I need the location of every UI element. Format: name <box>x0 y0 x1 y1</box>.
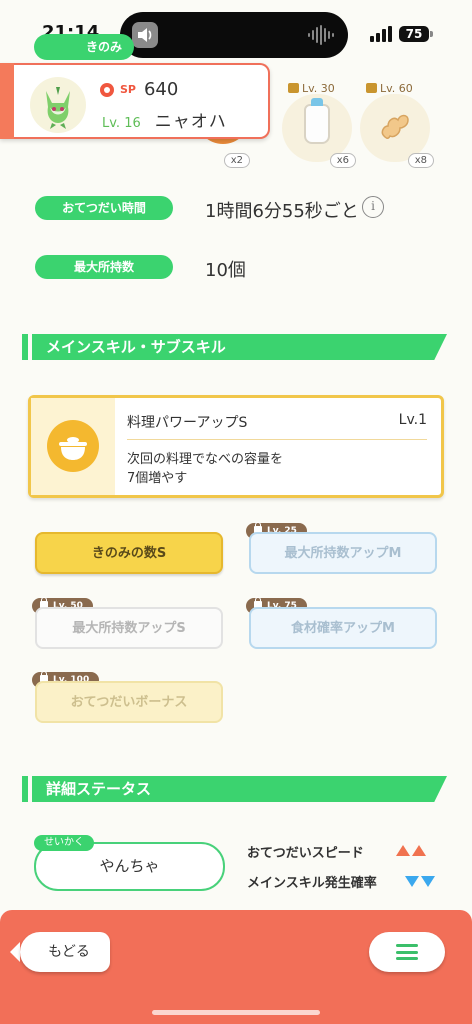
ingredient-item-3[interactable]: Lv. 60 x8 <box>360 82 434 168</box>
skills-section-header: メインスキル・サブスキル <box>22 334 447 360</box>
up-arrow-icon <box>396 845 410 856</box>
audio-wave-icon <box>308 25 334 45</box>
home-indicator <box>152 1010 320 1015</box>
sub-skill-inventory-up-m[interactable]: 最大所持数アップM <box>249 532 437 574</box>
pokemon-avatar <box>30 77 86 133</box>
lock-icon <box>366 83 377 93</box>
speaker-icon <box>132 22 158 48</box>
main-skill-level: Lv.1 <box>398 412 427 428</box>
help-time-value: 1時間6分55秒ごと <box>205 201 359 222</box>
card-accent <box>0 63 14 139</box>
main-skill-description: 次回の料理でなべの容量を 7個増やす <box>127 452 284 486</box>
sp-label: SP <box>120 83 136 96</box>
main-skill-name: 料理パワーアップS <box>127 415 248 431</box>
battery-tip <box>430 31 433 37</box>
sub-skill-berry-count-s[interactable]: きのみの数S <box>35 532 223 574</box>
berry-label-pill: きのみ <box>34 34 134 60</box>
ingredient-count: x6 <box>329 153 356 168</box>
help-time-label: おてつだい時間 <box>35 196 173 220</box>
nature-down-label: メインスキル発生確率 <box>247 876 377 891</box>
pokemon-name: ニャオハ <box>154 112 227 132</box>
back-button[interactable]: もどる <box>20 932 110 972</box>
pokemon-level: Lv. 16 <box>102 116 141 131</box>
ingredient-count: x2 <box>223 153 250 168</box>
up-arrow-icon <box>412 845 426 856</box>
down-arrow-icon <box>405 876 419 887</box>
back-notch <box>10 942 20 962</box>
cellular-signal-icon <box>370 26 392 42</box>
sub-skill-inventory-up-s[interactable]: 最大所持数アップS <box>35 607 223 649</box>
menu-button[interactable] <box>369 932 445 972</box>
ingredient-lock: Lv. 30 <box>288 82 335 95</box>
down-arrow-icon <box>421 876 435 887</box>
main-skill-card[interactable]: 料理パワーアップS Lv.1 次回の料理でなべの容量を 7個増やす <box>28 395 444 498</box>
battery-indicator: 75 <box>399 26 429 42</box>
pokemon-sprite-icon <box>46 87 70 129</box>
sub-skill-ingredient-finder-m[interactable]: 食材確率アップM <box>249 607 437 649</box>
level-row: Lv. 16 ニャオハ <box>102 107 227 132</box>
ginger-icon <box>381 114 409 140</box>
max-carry-label: 最大所持数 <box>35 255 173 279</box>
cooking-pot-icon <box>47 420 99 472</box>
hamburger-icon <box>396 944 418 947</box>
sub-skill-helping-bonus[interactable]: おてつだいボーナス <box>35 681 223 723</box>
dynamic-island <box>120 12 348 58</box>
ingredient-item-2[interactable]: Lv. 30 x6 <box>282 82 356 168</box>
max-carry-value: 10個 <box>205 260 246 281</box>
nature-up-label: おてつだいスピード <box>247 846 364 861</box>
ingredient-lock: Lv. 60 <box>366 82 413 95</box>
pokeball-icon <box>100 82 114 97</box>
details-section-header: 詳細ステータス <box>22 776 447 802</box>
lock-icon <box>288 83 299 93</box>
main-skill-icon-bg <box>31 398 115 495</box>
milk-icon <box>304 98 330 144</box>
info-icon[interactable]: i <box>362 196 384 218</box>
divider <box>127 439 427 440</box>
pokemon-header-card: SP 640 Lv. 16 ニャオハ <box>0 63 270 139</box>
nature-tag: せいかく <box>34 835 94 851</box>
skills-section-title: メインスキル・サブスキル <box>46 338 226 356</box>
sp-value: 640 <box>143 79 179 100</box>
ingredient-count: x8 <box>407 153 434 168</box>
sp-row: SP 640 <box>100 79 178 100</box>
details-section-title: 詳細ステータス <box>46 780 152 798</box>
